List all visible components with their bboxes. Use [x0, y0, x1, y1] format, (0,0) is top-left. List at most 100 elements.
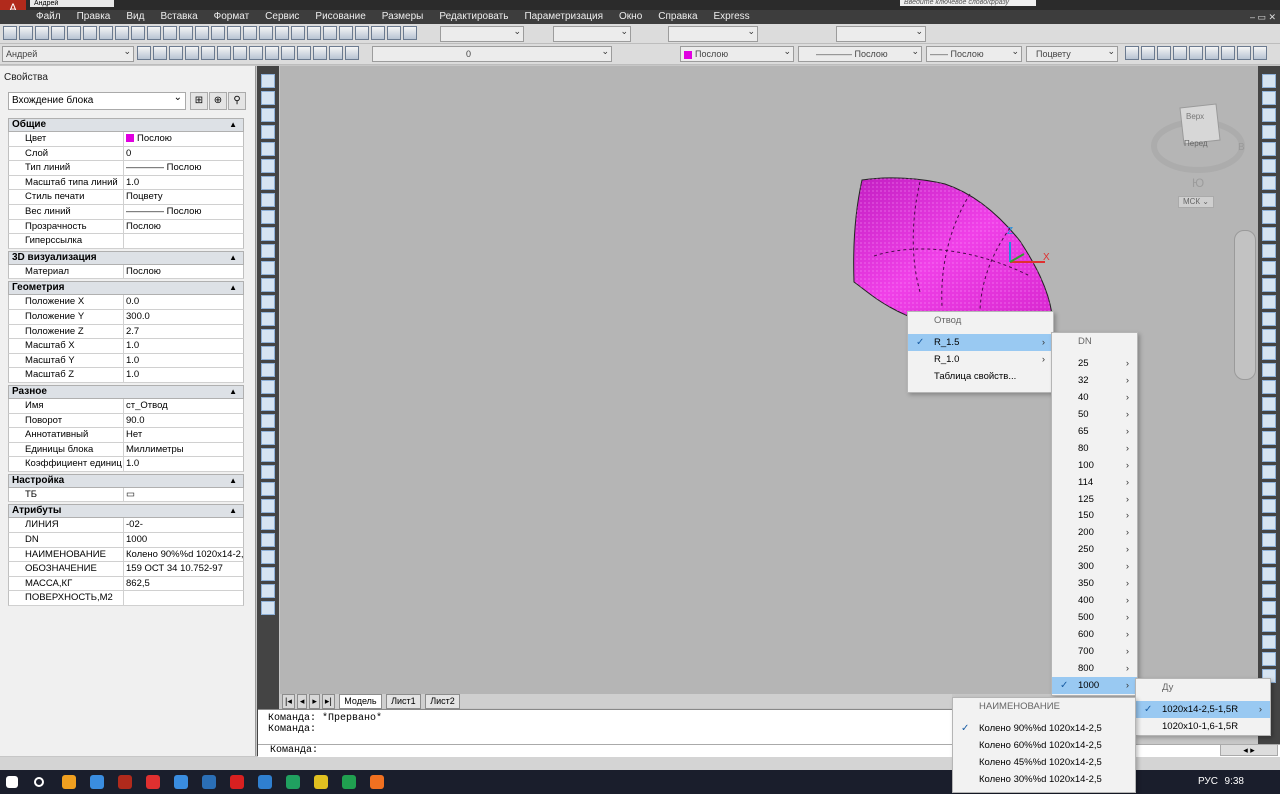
- property-value[interactable]: 2.7: [124, 325, 243, 339]
- property-row[interactable]: Стиль печати Поцвету: [8, 190, 244, 205]
- menu-item[interactable]: R_1.0 ›: [908, 351, 1053, 368]
- standard-tool-icon[interactable]: [355, 26, 369, 40]
- dn-item[interactable]: 65 ›: [1052, 423, 1137, 440]
- menu-3[interactable]: Вставка: [160, 11, 197, 22]
- ucs-menu[interactable]: МСК ⌄: [1178, 196, 1214, 208]
- property-value[interactable]: 300.0: [124, 310, 243, 324]
- text-style-combo[interactable]: [440, 26, 524, 42]
- vtool-tool-icon[interactable]: [261, 601, 275, 615]
- vtool-tool-icon[interactable]: [261, 482, 275, 496]
- name-item[interactable]: Колено 30%%d 1020x14-2,5: [953, 771, 1135, 788]
- standard-tool-icon[interactable]: [51, 26, 65, 40]
- visual-tool-icon[interactable]: [1189, 46, 1203, 60]
- vtool-tool-icon[interactable]: [261, 567, 275, 581]
- menu-5[interactable]: Сервис: [265, 11, 299, 22]
- collapse-arrow-icon[interactable]: ▲: [229, 119, 237, 131]
- property-row[interactable]: Аннотативный Нет: [8, 428, 244, 443]
- layer-tool-icon[interactable]: [313, 46, 327, 60]
- vtool-tool-icon[interactable]: [261, 465, 275, 479]
- collapse-arrow-icon[interactable]: ▲: [229, 475, 237, 487]
- table-style-combo[interactable]: [668, 26, 758, 42]
- property-value[interactable]: Колено 90%%d 1020x14-2,5: [124, 548, 243, 562]
- dn-item[interactable]: 250 ›: [1052, 541, 1137, 558]
- name-item[interactable]: Колено 60%%d 1020x14-2,5: [953, 737, 1135, 754]
- property-value[interactable]: 1.0: [124, 368, 243, 382]
- property-value[interactable]: 159 ОСТ 34 10.752-97: [124, 562, 243, 576]
- layer-tool-icon[interactable]: [345, 46, 359, 60]
- property-row[interactable]: ПОВЕРХНОСТЬ,М2: [8, 591, 244, 607]
- vtool-tool-icon[interactable]: [261, 516, 275, 530]
- viewcube-top-label[interactable]: Верх: [1186, 112, 1204, 121]
- collapse-arrow-icon[interactable]: ▲: [229, 505, 237, 517]
- dn-item[interactable]: 114 ›: [1052, 474, 1137, 491]
- compass-south-label[interactable]: Ю: [1192, 176, 1204, 190]
- du-item[interactable]: ✓ 1020x14-2,5-1,5R ›: [1136, 701, 1270, 718]
- plotstyle-combo[interactable]: Поцвету: [1026, 46, 1118, 62]
- store-icon[interactable]: [90, 775, 104, 789]
- layer-tool-icon[interactable]: [297, 46, 311, 60]
- vtool-tool-icon[interactable]: [261, 533, 275, 547]
- navigation-bar[interactable]: [1234, 230, 1256, 380]
- dn-item[interactable]: 40 ›: [1052, 389, 1137, 406]
- vtool-tool-icon[interactable]: [261, 584, 275, 598]
- vtool-tool-icon[interactable]: [261, 329, 275, 343]
- name-item[interactable]: ✓ Колено 90%%d 1020x14-2,5: [953, 720, 1135, 737]
- rtool-tool-icon[interactable]: [1262, 601, 1276, 615]
- rtool-tool-icon[interactable]: [1262, 635, 1276, 649]
- vtool-tool-icon[interactable]: [261, 363, 275, 377]
- visual-tool-icon[interactable]: [1173, 46, 1187, 60]
- property-row[interactable]: Вес линий ———— Послою: [8, 204, 244, 220]
- section-header[interactable]: Настройка ▲: [8, 473, 244, 488]
- property-row[interactable]: Гиперссылка: [8, 234, 244, 249]
- property-row[interactable]: Тип линий ———— Послою: [8, 161, 244, 176]
- vtool-tool-icon[interactable]: [261, 91, 275, 105]
- rtool-tool-icon[interactable]: [1262, 227, 1276, 241]
- property-row[interactable]: НАИМЕНОВАНИЕ Колено 90%%d 1020x14-2,5: [8, 547, 244, 563]
- quick-select-button[interactable]: ⚲: [228, 92, 246, 110]
- rtool-tool-icon[interactable]: [1262, 295, 1276, 309]
- vtool-tool-icon[interactable]: [261, 448, 275, 462]
- vtool-tool-icon[interactable]: [261, 278, 275, 292]
- layer-tool-icon[interactable]: [153, 46, 167, 60]
- layer-tool-icon[interactable]: [169, 46, 183, 60]
- property-value[interactable]: 1.0: [124, 457, 243, 471]
- property-row[interactable]: DN 1000: [8, 533, 244, 548]
- dn-item[interactable]: 600 ›: [1052, 626, 1137, 643]
- rtool-tool-icon[interactable]: [1262, 159, 1276, 173]
- dn-item[interactable]: ✓ 1000 ›: [1052, 676, 1137, 694]
- rtool-tool-icon[interactable]: [1262, 533, 1276, 547]
- system-clock[interactable]: 9:38: [1225, 770, 1244, 794]
- rtool-tool-icon[interactable]: [1262, 125, 1276, 139]
- rtool-tool-icon[interactable]: [1262, 91, 1276, 105]
- firefox-icon[interactable]: [370, 775, 384, 789]
- tab-model[interactable]: Модель: [339, 694, 382, 709]
- property-value[interactable]: Нет: [124, 428, 243, 442]
- vtool-tool-icon[interactable]: [261, 397, 275, 411]
- property-value[interactable]: Послою: [124, 132, 243, 146]
- menu-9[interactable]: Параметризация: [524, 11, 603, 22]
- standard-tool-icon[interactable]: [259, 26, 273, 40]
- du-item[interactable]: 1020x10-1,6-1,5R: [1136, 718, 1270, 735]
- collapse-arrow-icon[interactable]: ▲: [229, 252, 237, 264]
- input-language[interactable]: РУС: [1198, 770, 1218, 794]
- standard-tool-icon[interactable]: [115, 26, 129, 40]
- workspace-combo[interactable]: Андрей: [2, 46, 134, 62]
- viewcube-front-label[interactable]: Перед: [1184, 139, 1208, 148]
- dn-item[interactable]: 800 ›: [1052, 660, 1137, 677]
- property-value[interactable]: Послою: [124, 265, 243, 279]
- menu-1[interactable]: Правка: [77, 11, 111, 22]
- mleader-style-combo[interactable]: [836, 26, 926, 42]
- horizontal-scrollbar[interactable]: ◂ ▸: [1220, 744, 1278, 756]
- layer-tool-icon[interactable]: [265, 46, 279, 60]
- app-icon[interactable]: [202, 775, 216, 789]
- vtool-tool-icon[interactable]: [261, 431, 275, 445]
- section-header[interactable]: Геометрия ▲: [8, 281, 244, 296]
- chat-icon[interactable]: [342, 775, 356, 789]
- dn-item[interactable]: 100 ›: [1052, 457, 1137, 474]
- standard-tool-icon[interactable]: [243, 26, 257, 40]
- standard-tool-icon[interactable]: [179, 26, 193, 40]
- lineweight-combo[interactable]: —— Послою: [926, 46, 1022, 62]
- rtool-tool-icon[interactable]: [1262, 261, 1276, 275]
- explorer-icon[interactable]: [62, 775, 76, 789]
- rtool-tool-icon[interactable]: [1262, 193, 1276, 207]
